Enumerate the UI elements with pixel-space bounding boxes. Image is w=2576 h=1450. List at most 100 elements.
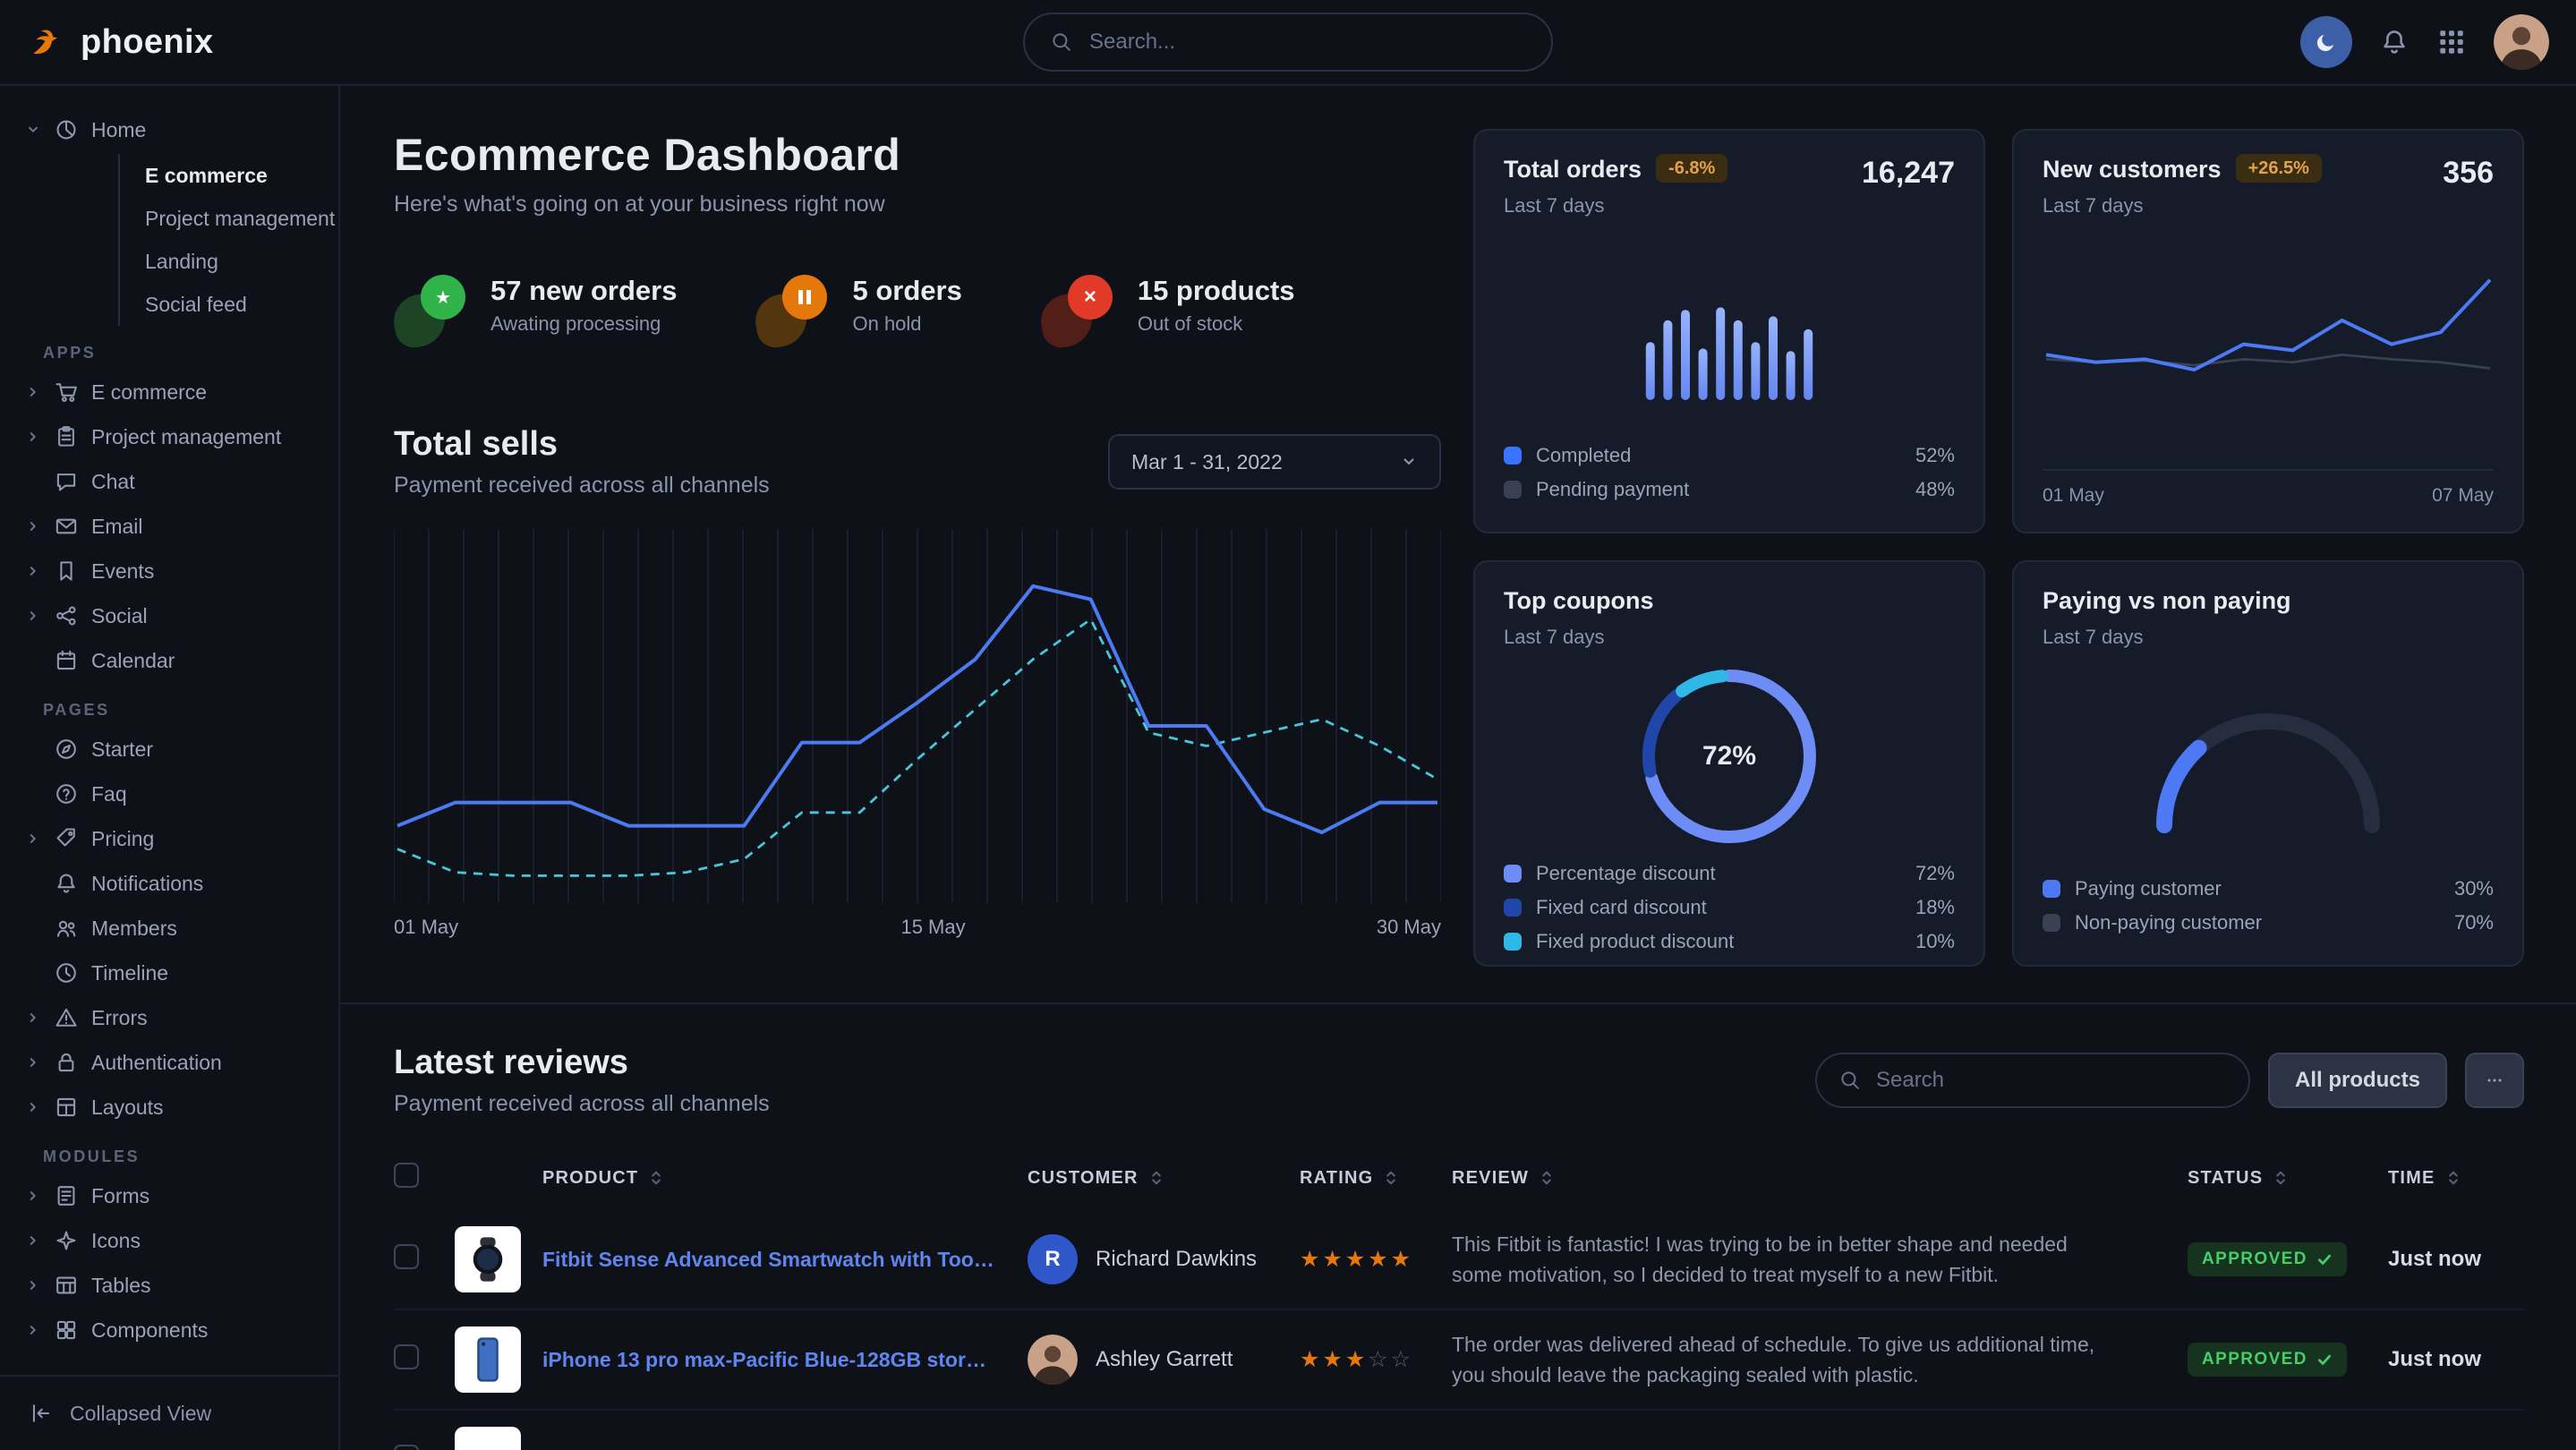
sidebar-item-label: Forms xyxy=(91,1184,149,1208)
sidebar-subitem-e-commerce[interactable]: E commerce xyxy=(145,154,324,197)
reviews-title: Latest reviews xyxy=(394,1044,770,1082)
table-row: iPhone 13 pro max-Pacific Blue-128GB sto… xyxy=(394,1310,2524,1411)
product-link[interactable]: Fitbit Sense Advanced Smartwatch with To… xyxy=(542,1248,995,1272)
sidebar-item-notifications[interactable]: Notifications xyxy=(25,861,324,906)
stat-new-orders: ★57 new ordersAwating processing xyxy=(394,275,677,346)
total-sells-chart xyxy=(394,524,1441,903)
topbar-search[interactable] xyxy=(1023,13,1553,72)
sidebar-item-project-management[interactable]: Project management xyxy=(25,414,324,459)
top-coupons-donut: 72% xyxy=(1636,663,1822,849)
card-value: 356 xyxy=(2443,156,2494,191)
sidebar-item-authentication[interactable]: Authentication xyxy=(25,1040,324,1085)
bell-icon xyxy=(54,871,79,896)
bookmark-icon xyxy=(54,559,79,584)
all-products-button[interactable]: All products xyxy=(2268,1053,2447,1108)
brand-name: phoenix xyxy=(81,23,213,62)
sidebar-item-pricing[interactable]: Pricing xyxy=(25,816,324,861)
legend-label: Completed xyxy=(1536,444,1631,467)
compass-icon xyxy=(54,737,79,762)
reviews-search-input[interactable] xyxy=(1876,1068,2227,1093)
stat-value: 5 orders xyxy=(852,275,961,307)
sidebar-item-errors[interactable]: Errors xyxy=(25,995,324,1040)
reviews-search[interactable] xyxy=(1815,1053,2250,1108)
sort-icon xyxy=(1382,1169,1400,1187)
clipboard-icon xyxy=(54,424,79,449)
notifications-button[interactable] xyxy=(2379,27,2410,57)
sidebar-item-e-commerce[interactable]: E commerce xyxy=(25,370,324,414)
sidebar-item-label: Errors xyxy=(91,1006,148,1030)
sidebar-item-faq[interactable]: Faq xyxy=(25,772,324,816)
search-icon xyxy=(1838,1069,1862,1092)
column-header-review[interactable]: REVIEW xyxy=(1452,1168,2188,1189)
sidebar-item-tables[interactable]: Tables xyxy=(25,1263,324,1308)
sidebar-item-label: Authentication xyxy=(91,1051,222,1075)
search-input[interactable] xyxy=(1089,30,1526,55)
column-header-product[interactable]: PRODUCT xyxy=(455,1168,1028,1189)
sidebar-item-members[interactable]: Members xyxy=(25,906,324,951)
sidebar-item-social[interactable]: Social xyxy=(25,593,324,638)
legend-label: Fixed card discount xyxy=(1536,896,1707,919)
date-range-select[interactable]: Mar 1 - 31, 2022 xyxy=(1108,434,1441,490)
x-label: 01 May xyxy=(2043,485,2104,507)
donut-center-label: 72% xyxy=(1636,663,1822,849)
sidebar-item-home[interactable]: Home xyxy=(25,107,324,152)
column-header-status[interactable]: STATUS xyxy=(2188,1168,2388,1189)
legend-swatch xyxy=(1504,899,1522,917)
legend-value: 30% xyxy=(2454,877,2494,900)
top-coupons-legend: Percentage discount72%Fixed card discoun… xyxy=(1504,857,1955,959)
status-badge: APPROVED xyxy=(2188,1343,2347,1377)
tag-icon xyxy=(54,826,79,851)
legend-swatch xyxy=(1504,865,1522,883)
sidebar-item-label: Faq xyxy=(91,782,127,806)
column-header-rating[interactable]: RATING xyxy=(1300,1168,1452,1189)
product-link[interactable]: iPhone 13 pro max-Pacific Blue-128GB sto… xyxy=(542,1348,995,1372)
sidebar-item-layouts[interactable]: Layouts xyxy=(25,1085,324,1130)
sidebar-group-label: MODULES xyxy=(25,1147,324,1166)
sidebar-item-chat[interactable]: Chat xyxy=(25,459,324,504)
sidebar-item-icons[interactable]: Icons xyxy=(25,1218,324,1263)
x-label: 30 May xyxy=(1377,916,1441,939)
legend-item: Pending payment48% xyxy=(1504,473,1955,507)
sidebar-item-events[interactable]: Events xyxy=(25,549,324,593)
sidebar-item-starter[interactable]: Starter xyxy=(25,727,324,772)
row-checkbox[interactable] xyxy=(394,1344,419,1369)
theme-toggle-button[interactable] xyxy=(2300,16,2352,68)
sidebar-subitem-social-feed[interactable]: Social feed xyxy=(145,283,324,326)
legend-value: 70% xyxy=(2454,911,2494,934)
select-all-checkbox[interactable] xyxy=(394,1163,419,1188)
card-period: Last 7 days xyxy=(2043,194,2322,218)
more-options-button[interactable] xyxy=(2465,1053,2524,1108)
customer-avatar: R xyxy=(1028,1234,1078,1284)
sidebar-item-forms[interactable]: Forms xyxy=(25,1173,324,1218)
change-badge: +26.5% xyxy=(2236,154,2322,183)
sidebar-subitem-landing[interactable]: Landing xyxy=(145,240,324,283)
paying-vs-non-paying-card: Paying vs non paying Last 7 days Paying … xyxy=(2012,560,2524,967)
legend-value: 52% xyxy=(1915,444,1955,467)
customer-name: Ashley Garrett xyxy=(1096,1347,1233,1372)
sidebar-item-email[interactable]: Email xyxy=(25,504,324,549)
legend-item: Paying customer 30% xyxy=(2043,872,2494,906)
change-badge: -6.8% xyxy=(1656,154,1727,183)
new-customers-chart xyxy=(2043,254,2494,433)
legend-label: Paying customer xyxy=(2075,877,2222,900)
caret-right-icon xyxy=(25,1099,41,1115)
card-period: Last 7 days xyxy=(1504,626,1653,649)
user-avatar[interactable] xyxy=(2494,14,2549,70)
reviews-subtitle: Payment received across all channels xyxy=(394,1091,770,1117)
sidebar-item-timeline[interactable]: Timeline xyxy=(25,951,324,995)
collapsed-view-button[interactable]: Collapsed View xyxy=(0,1375,338,1450)
brand[interactable]: phoenix xyxy=(27,22,342,62)
sidebar-subitem-project-management[interactable]: Project management xyxy=(145,197,324,240)
sort-icon xyxy=(1147,1169,1165,1187)
column-header-customer[interactable]: CUSTOMER xyxy=(1028,1168,1300,1189)
column-header-time[interactable]: TIME xyxy=(2388,1168,2524,1189)
caret-right-icon xyxy=(25,831,41,847)
sidebar-item-calendar[interactable]: Calendar xyxy=(25,638,324,683)
reviews-controls: All products xyxy=(1815,1053,2524,1108)
row-checkbox[interactable] xyxy=(394,1244,419,1269)
topbar-actions xyxy=(2300,14,2549,70)
apps-grid-button[interactable] xyxy=(2436,27,2467,57)
row-checkbox[interactable] xyxy=(394,1445,419,1450)
sidebar-item-label: Calendar xyxy=(91,649,175,673)
sidebar-item-components[interactable]: Components xyxy=(25,1308,324,1352)
